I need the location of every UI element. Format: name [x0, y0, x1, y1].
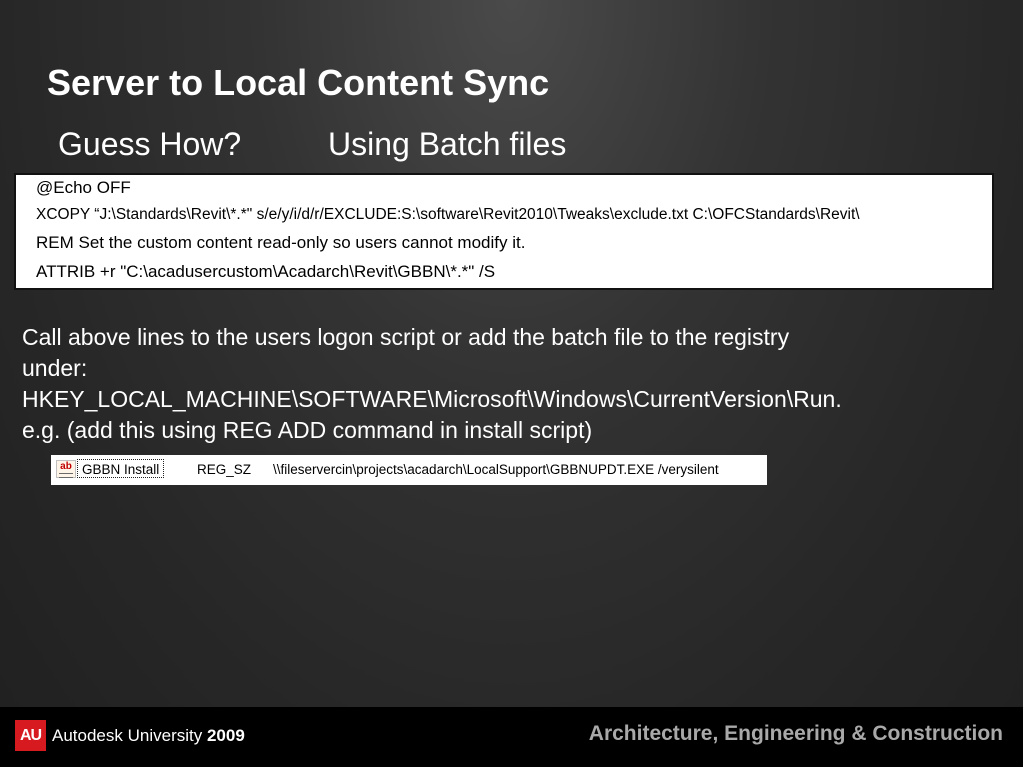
- instructions-line: HKEY_LOCAL_MACHINE\SOFTWARE\Microsoft\Wi…: [22, 386, 842, 412]
- au-brand-text: Autodesk University 2009: [52, 726, 245, 746]
- au-logo: AU: [15, 720, 46, 751]
- brand-name: Autodesk University: [52, 726, 203, 745]
- instructions-text: Call above lines to the users logon scri…: [22, 322, 842, 446]
- code-line-echo: @Echo OFF: [36, 178, 131, 197]
- registry-entry-data: \\fileservercin\projects\acadarch\LocalS…: [273, 462, 719, 477]
- code-line-rem: REM Set the custom content read-only so …: [36, 233, 526, 252]
- instructions-line: Call above lines to the users logon scri…: [22, 324, 790, 350]
- track-name: Architecture, Engineering & Construction: [588, 722, 1003, 745]
- string-value-icon: ab: [56, 460, 76, 478]
- code-line-attrib: ATTRIB +r "C:\acadusercustom\Acadarch\Re…: [36, 262, 496, 281]
- registry-entry-name[interactable]: GBBN Install: [77, 459, 165, 478]
- registry-entry-row[interactable]: ab GBBN Install REG_SZ \\fileservercin\p…: [51, 455, 767, 485]
- batch-code-box: @Echo OFF XCOPY “J:\Standards\Revit\*.*"…: [14, 173, 994, 290]
- instructions-line: e.g. (add this using REG ADD command in …: [22, 417, 593, 443]
- brand-year: 2009: [206, 726, 245, 745]
- instructions-line: under:: [22, 355, 88, 381]
- code-line-xcopy: XCOPY “J:\Standards\Revit\*.*" s/e/y/i/d…: [36, 206, 860, 223]
- footer-bar: AU Autodesk University 2009 Architecture…: [0, 707, 1023, 767]
- registry-entry-type: REG_SZ: [197, 462, 252, 477]
- slide-title: Server to Local Content Sync: [47, 62, 550, 103]
- subtitle-question: Guess How?: [58, 126, 242, 162]
- subtitle-answer: Using Batch files: [328, 126, 567, 162]
